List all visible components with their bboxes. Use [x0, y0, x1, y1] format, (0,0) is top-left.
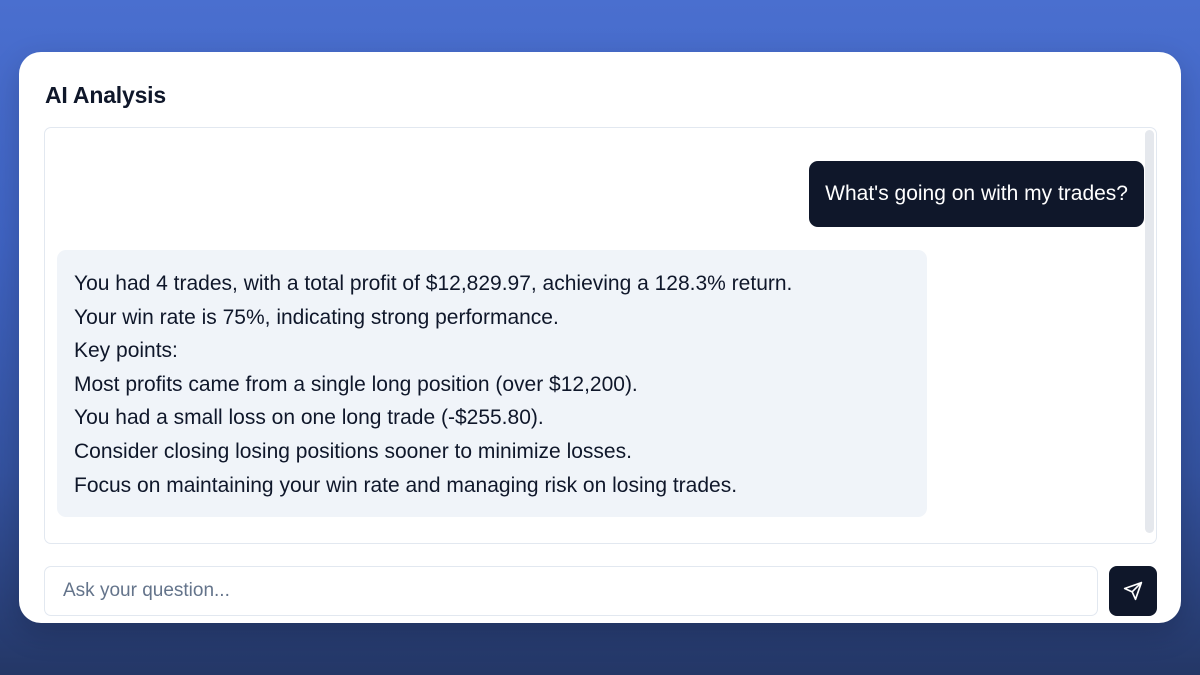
ai-analysis-card: AI Analysis What's going on with my trad…: [19, 52, 1181, 623]
assistant-message-line: Focus on maintaining your win rate and m…: [74, 473, 738, 497]
assistant-message-line: Most profits came from a single long pos…: [74, 372, 638, 396]
assistant-message-line: Your win rate is 75%, indicating strong …: [74, 305, 559, 329]
assistant-message-line: Consider closing losing positions sooner…: [74, 439, 632, 463]
assistant-message-bubble: You had 4 trades, with a total profit of…: [57, 250, 927, 517]
question-input[interactable]: [44, 566, 1098, 616]
card-title: AI Analysis: [45, 82, 166, 108]
assistant-message-line: You had a small loss on one long trade (…: [74, 406, 544, 430]
chat-scrollbar[interactable]: [1145, 130, 1154, 533]
send-button[interactable]: [1109, 566, 1157, 616]
user-message-bubble: What's going on with my trades?: [809, 161, 1144, 227]
user-message-text: What's going on with my trades?: [825, 182, 1128, 205]
chat-history-panel[interactable]: What's going on with my trades? You had …: [44, 127, 1157, 544]
send-icon: [1123, 581, 1143, 601]
assistant-message-line: You had 4 trades, with a total profit of…: [74, 272, 793, 295]
chat-scrollbar-thumb[interactable]: [1145, 130, 1154, 533]
assistant-message-line: Key points:: [74, 339, 178, 363]
